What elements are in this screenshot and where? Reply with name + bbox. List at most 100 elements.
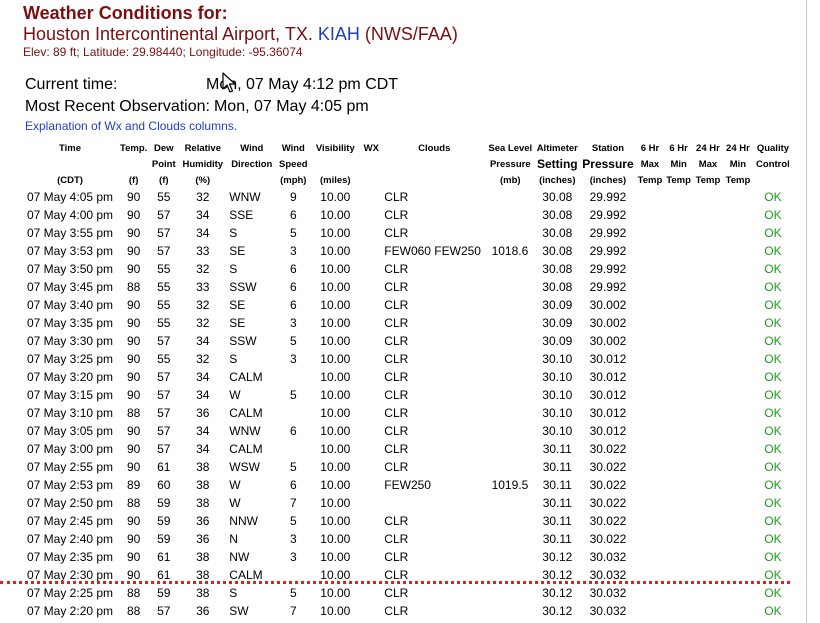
cell-wspd: 9 [289,190,297,204]
cell-min24 [723,404,753,422]
cell-max24 [693,476,723,494]
cell-clouds: CLR [384,388,409,402]
cell-temp: 90 [126,190,141,204]
cell-wspd [276,440,310,458]
cell-wspd: 5 [289,586,297,600]
cell-alt: 30.10 [542,406,573,420]
cell-rh: 38 [196,586,210,600]
page-header: Weather Conditions for: Houston Intercon… [23,2,458,60]
table-row: 07 May 3:00 pm 90 57 34 CALM 10.00 CLR 30.11 30.… [22,440,793,458]
cell-rh: 38 [196,550,210,564]
cell-min6 [664,188,693,206]
cell-max6 [636,422,665,440]
col-slp-sub: Pressure [489,158,531,170]
cell-time: 07 May 3:35 pm [27,316,114,330]
table-row: 07 May 3:40 pm 90 55 32 SE 6 10.00 CLR 30.09 30.0… [22,296,793,314]
cell-stp: 30.022 [589,442,627,456]
cell-clouds: CLR [384,460,409,474]
cell-min24 [723,260,753,278]
cell-max6 [636,332,665,350]
station-code-link[interactable]: KIAH [318,24,360,44]
cell-slp [486,440,534,458]
cell-rh: 36 [196,514,210,528]
cell-vis: 10.00 [320,370,351,384]
cell-clouds: FEW250 [384,478,431,492]
cell-max6 [636,350,665,368]
cell-time: 07 May 2:55 pm [27,460,114,474]
cell-qc: OK [764,298,782,312]
cell-alt: 30.12 [542,586,573,600]
col-time-header: Time [58,142,81,154]
col-wx-sub [360,156,382,172]
col-wspd-header: Wind [281,142,305,154]
cell-min6 [664,602,693,620]
table-row: 07 May 3:50 pm 90 55 32 S 6 10.00 CLR 30.08 29.99… [22,260,793,278]
cell-vis: 10.00 [320,460,351,474]
cell-alt: 30.11 [542,460,572,474]
cell-wx [360,206,382,224]
cell-wdir: SSE [229,208,254,222]
cell-stp: 30.002 [589,334,627,348]
cell-alt: 30.10 [542,352,573,366]
cell-max24 [693,404,723,422]
cell-alt: 30.11 [542,442,572,456]
cell-slp [486,584,534,602]
cell-clouds: FEW060 FEW250 [384,244,481,258]
cell-temp: 88 [126,604,141,618]
cell-alt: 30.08 [542,244,573,258]
cell-wx [360,260,382,278]
cell-qc: OK [764,532,782,546]
cell-qc: OK [764,334,782,348]
col-temp-header: Temp. [120,142,148,154]
cell-rh: 38 [196,478,210,492]
cell-min6 [664,278,693,296]
cell-clouds: CLR [384,604,409,618]
cell-max24 [693,602,723,620]
cell-time: 07 May 3:25 pm [27,352,114,366]
cell-stp: 30.012 [589,352,627,366]
cell-wspd: 7 [289,604,297,618]
cell-rh: 32 [196,316,210,330]
col-max6-header: 6 Hr [640,142,660,154]
cell-wspd [276,404,310,422]
explanation-link[interactable]: Explanation of Wx and Clouds columns. [25,119,237,133]
cell-alt: 30.12 [542,550,573,564]
cell-rh: 32 [196,352,210,366]
cell-dew: 57 [157,208,171,222]
cell-rh: 36 [196,604,210,618]
cell-wdir: CALM [229,370,263,384]
cell-alt: 30.09 [542,334,573,348]
col-wdir-unit [227,172,276,188]
cell-wspd: 5 [289,460,297,474]
col-slp-header: Sea Level [488,142,533,154]
cell-vis: 10.00 [320,586,351,600]
cell-min24 [723,548,753,566]
observations-table: Time Temp. Dew Relative Wind Wind Visibi… [22,140,793,620]
cell-max24 [693,548,723,566]
red-dotted-separator [0,581,790,584]
cell-stp: 30.032 [589,586,627,600]
cell-max6 [636,386,665,404]
col-dew-header: Dew [154,142,174,154]
col-wdir-header: Wind [240,142,264,154]
cell-rh: 34 [196,388,210,402]
cell-slp [486,494,534,512]
current-time-label: Current time: [25,76,118,93]
cell-wx [360,584,382,602]
col-rh-header: Relative [184,142,221,154]
cell-min24 [723,314,753,332]
cell-time: 07 May 2:40 pm [27,532,114,546]
col-time-unit: (CDT) [57,174,83,186]
cell-min6 [664,206,693,224]
col-time-sub [22,156,118,172]
cell-wspd: 6 [289,208,297,222]
cell-max6 [636,476,665,494]
col-max24-header: 24 Hr [696,142,720,154]
cell-stp: 29.992 [589,244,627,258]
cell-min6 [664,224,693,242]
cell-wdir: SSW [229,334,257,348]
cell-max6 [636,602,665,620]
cell-temp: 90 [126,388,141,402]
cell-alt: 30.11 [542,514,572,528]
cell-slp [486,224,534,242]
